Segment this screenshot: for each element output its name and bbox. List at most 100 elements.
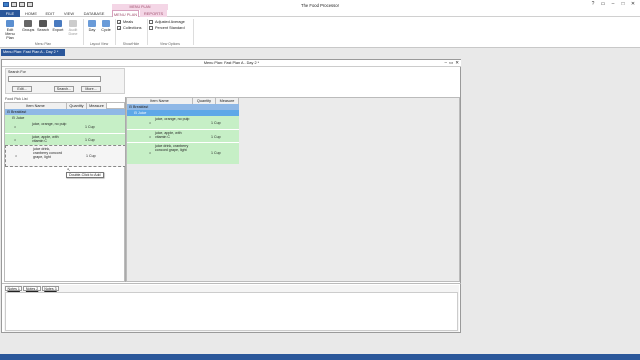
- edit-menu-plan-button[interactable]: Edit Menu Plan: [4, 20, 16, 40]
- row-name: juice, orange, no pulp: [155, 117, 190, 121]
- audit-done-label: Audit Done: [68, 28, 78, 36]
- percent-standard-checkbox[interactable]: Percent Standard: [149, 25, 185, 31]
- expand-icon[interactable]: ⊟: [7, 110, 10, 114]
- document-tab[interactable]: Menu Plan: Fast Plan A - Day 2 *: [1, 49, 65, 56]
- food-icon: ⌂: [15, 154, 18, 158]
- row-measure: Cup: [214, 151, 221, 155]
- ribbon-divider: [83, 19, 84, 45]
- search-icon: [39, 20, 47, 27]
- tab-notes-1[interactable]: Notes 1: [5, 286, 23, 291]
- export-button[interactable]: Export: [52, 20, 64, 32]
- tab-database[interactable]: DATABASE: [80, 10, 108, 17]
- search-button[interactable]: Search...: [54, 86, 74, 92]
- search-label: Search: [37, 28, 50, 32]
- export-icon: [54, 20, 62, 27]
- tab-notes-3[interactable]: Notes 3: [41, 286, 60, 291]
- collections-label: Collections: [123, 26, 142, 30]
- tab-view[interactable]: VIEW: [60, 10, 78, 17]
- more-button[interactable]: More...: [81, 86, 101, 92]
- notes-textarea[interactable]: [5, 292, 458, 331]
- edit-button[interactable]: Edit...: [12, 86, 32, 92]
- close-icon[interactable]: ✕: [455, 60, 459, 66]
- row-measure: Cup: [88, 138, 95, 142]
- day-button[interactable]: Day: [86, 20, 98, 32]
- table-row[interactable]: ⌂ juice, apple, with vitamin C 1 Cup: [5, 133, 126, 145]
- tab-edit[interactable]: EDIT: [42, 10, 58, 17]
- row-quantity: 1: [85, 125, 87, 129]
- row-name: juice, apple, with vitamin C: [32, 135, 59, 143]
- ribbon: Edit Menu Plan Groups Search Export Audi…: [0, 17, 640, 48]
- row-name: juice drink, cranberry concord grape, li…: [155, 144, 189, 152]
- menu-plan-grid: Item Name Quantity Measure ⊟ Breakfast ⊟…: [126, 97, 460, 282]
- row-name: juice, orange, no pulp: [32, 122, 67, 126]
- menu-plan-window: Menu Plan: Fast Plan A - Day 2 * – ▭ ✕ S…: [1, 59, 461, 333]
- restore-icon[interactable]: ▭: [449, 60, 453, 66]
- tab-file[interactable]: FILE: [0, 10, 20, 17]
- day-icon: [88, 20, 96, 27]
- food-pick-list: Item Name Quantity Measure ⊟ Breakfast ⊟…: [4, 102, 126, 282]
- row-quantity: 1: [211, 120, 213, 125]
- row-qty-measure: 1 Cup: [211, 151, 221, 155]
- menu-bar: FILE HOME EDIT VIEW DATABASE MENU PLAN R…: [0, 10, 640, 17]
- minimize-icon[interactable]: –: [444, 60, 447, 66]
- edit-menu-plan-label: Edit Menu Plan: [5, 28, 15, 40]
- group-label-layout-view: Layout View: [89, 42, 109, 46]
- tab-home[interactable]: HOME: [22, 10, 40, 17]
- expand-icon[interactable]: ⊟: [129, 105, 132, 109]
- day-label: Day: [88, 28, 96, 32]
- row-measure: Cup: [214, 120, 221, 125]
- table-row[interactable]: ⌂ juice drink, cranberry concord grape, …: [127, 142, 239, 164]
- splitter[interactable]: [2, 283, 461, 284]
- export-label: Export: [52, 28, 64, 32]
- row-name: Juice: [138, 111, 147, 115]
- group-label-view-options: View Options: [160, 42, 180, 46]
- groups-button[interactable]: Groups: [22, 20, 34, 32]
- row-measure: Cup: [89, 154, 96, 158]
- maximize-icon[interactable]: □: [618, 1, 628, 7]
- tab-notes-2[interactable]: Notes 2: [23, 286, 41, 291]
- ribbon-divider: [193, 19, 194, 45]
- group-label-menu-plan: Menu Plan: [34, 42, 52, 46]
- window-controls: ? ▭ – □ ✕: [588, 1, 638, 7]
- search-input[interactable]: [8, 76, 101, 82]
- adjusted-average-label: Adjusted Average: [155, 20, 185, 24]
- audit-done-button[interactable]: Audit Done: [67, 20, 79, 36]
- window-title: The Food Processor: [301, 3, 339, 8]
- notes-tabs: Notes 1 Notes 2 Notes 3: [5, 286, 60, 291]
- cycle-button[interactable]: Cycle: [100, 20, 112, 32]
- search-button[interactable]: Search: [37, 20, 49, 32]
- row-name: Breakfast: [11, 110, 27, 114]
- close-icon[interactable]: ✕: [628, 1, 638, 7]
- audit-icon: [69, 20, 77, 27]
- row-qty-measure: 1 Cup: [211, 121, 221, 125]
- food-icon: ⌂: [149, 134, 152, 139]
- search-panel: Search For Edit... Search... More...: [5, 68, 125, 94]
- table-row[interactable]: ⌂ juice, apple, with vitamin C 1 Cup: [127, 129, 239, 142]
- row-name: Juice: [16, 116, 25, 120]
- food-icon: ⌂: [14, 138, 17, 142]
- ribbon-divider: [147, 19, 148, 45]
- cycle-icon: [102, 20, 110, 27]
- row-measure: Cup: [88, 125, 95, 129]
- row-quantity: 1: [211, 134, 213, 139]
- row-quantity: 1: [86, 154, 88, 158]
- tab-reports[interactable]: REPORTS: [140, 10, 167, 17]
- app-window: The Food Processor ? ▭ – □ ✕ MENU PLAN F…: [0, 0, 640, 360]
- table-row[interactable]: ⌂ juice, orange, no pulp 1 Cup: [5, 121, 126, 133]
- row-name: juice, apple, with vitamin C: [155, 131, 182, 139]
- search-for-label: Search For: [8, 70, 26, 74]
- minimize-icon[interactable]: –: [608, 1, 618, 7]
- table-row[interactable]: ⌂ juice, orange, no pulp 1 Cup: [127, 116, 239, 129]
- collections-checkbox[interactable]: ✓ Collections: [117, 25, 142, 31]
- expand-icon[interactable]: ⊟: [12, 116, 15, 120]
- child-window-controls: – ▭ ✕: [444, 60, 459, 66]
- food-icon: ⌂: [149, 151, 152, 155]
- row-measure: Cup: [214, 134, 221, 139]
- expand-icon[interactable]: ⊟: [134, 111, 137, 115]
- table-row[interactable]: ⌂ juice drink, cranberry concord grape, …: [5, 145, 126, 167]
- tab-menu-plan[interactable]: MENU PLAN: [112, 10, 139, 17]
- row-qty-measure: 1 Cup: [85, 138, 95, 142]
- help-icon[interactable]: ?: [588, 1, 598, 7]
- restore-icon[interactable]: ▭: [598, 1, 608, 7]
- row-name: juice drink, cranberry concord grape, li…: [33, 147, 62, 159]
